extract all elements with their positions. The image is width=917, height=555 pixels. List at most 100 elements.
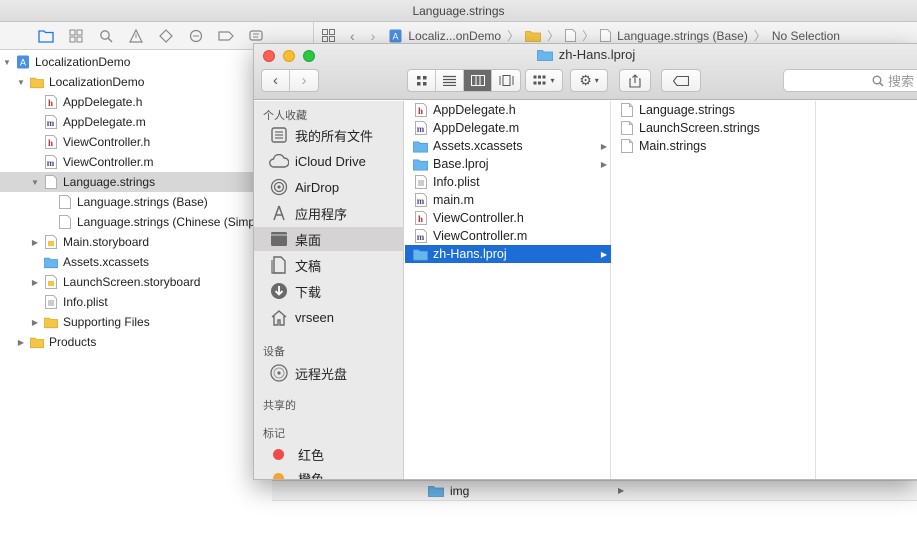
forward-chevron-icon[interactable]: ›	[290, 70, 318, 91]
jump-bar-file[interactable]: Language.strings (Base)	[617, 29, 748, 43]
debug-navigator-icon[interactable]	[188, 28, 204, 44]
jump-folder-icon[interactable]	[525, 30, 541, 42]
disclosure-closed-icon[interactable]: ▶	[30, 277, 40, 287]
finder-title-text: zh-Hans.lproj	[558, 47, 636, 62]
list-view-icon[interactable]	[436, 70, 464, 91]
sidebar-item[interactable]: iCloud Drive	[254, 149, 403, 173]
applications-icon	[269, 203, 289, 223]
jump-bar-selection[interactable]: No Selection	[772, 29, 840, 43]
tag-label: 红色	[298, 447, 325, 463]
column-view-icon[interactable]	[464, 70, 492, 91]
disclosure-open-icon[interactable]: ▼	[16, 77, 26, 87]
disclosure-open-icon[interactable]: ▼	[30, 177, 40, 187]
jump-file-icon[interactable]	[565, 29, 577, 42]
sidebar-item[interactable]: 文稿	[254, 253, 403, 277]
column-item[interactable]: m ViewController.m	[405, 227, 611, 245]
disc-icon	[269, 363, 289, 383]
sidebar-item[interactable]: 下载	[254, 279, 403, 303]
navigator-item-label: AppDelegate.m	[63, 115, 146, 129]
icon-view-icon[interactable]	[408, 70, 436, 91]
img-folder-icon	[428, 485, 444, 497]
gallery-view-icon[interactable]	[492, 70, 520, 91]
jump-bar-project[interactable]: Localiz...onDemo	[408, 29, 501, 43]
report-navigator-icon[interactable]	[248, 28, 264, 44]
share-button[interactable]	[619, 69, 651, 92]
sidebar-item[interactable]: 远程光盘	[254, 361, 403, 385]
navigator-item-label: LaunchScreen.storyboard	[63, 275, 201, 289]
column-item[interactable]: Assets.xcassets ▶	[405, 137, 611, 155]
sidebar-item[interactable]: AirDrop	[254, 175, 403, 199]
xcode-bottom-file-browser: img ▶	[272, 480, 917, 500]
edit-tags-button[interactable]	[661, 69, 701, 92]
tag-item[interactable]: 红色	[254, 442, 403, 466]
search-icon	[872, 75, 884, 87]
tag-item[interactable]: 橙色	[254, 466, 403, 479]
column-item[interactable]: Language.strings	[611, 101, 816, 119]
column-item-label: Info.plist	[433, 175, 480, 189]
back-chevron-icon[interactable]: ‹	[262, 70, 290, 91]
breakpoint-navigator-icon[interactable]	[218, 28, 234, 44]
finder-toolbar: zh-Hans.lproj ‹ › ▾ ⚙ ▾ 搜索	[254, 44, 917, 100]
folder-icon	[413, 247, 428, 261]
action-chevron-down-icon: ▾	[594, 76, 599, 85]
favorites-header: 个人收藏	[263, 110, 307, 122]
strings-file-icon	[58, 215, 72, 229]
jump-forward-chevron-icon[interactable]: ›	[371, 28, 376, 44]
disclosure-open-icon[interactable]: ▼	[2, 57, 12, 67]
svg-text:h: h	[48, 138, 53, 148]
source-file-icon: m	[413, 121, 428, 135]
sidebar-item[interactable]: 桌面	[254, 227, 403, 251]
header-file-icon: h	[44, 135, 58, 149]
find-navigator-icon[interactable]	[98, 28, 114, 44]
column-item[interactable]: Info.plist	[405, 173, 611, 191]
group-by-button[interactable]: ▾	[525, 69, 563, 92]
test-navigator-icon[interactable]	[158, 28, 174, 44]
disclosure-closed-icon[interactable]: ▶	[30, 317, 40, 327]
cloud-icon	[269, 151, 289, 171]
jump-back-chevron-icon[interactable]: ‹	[350, 28, 355, 44]
column-item[interactable]: h ViewController.h	[405, 209, 611, 227]
navigator-item-label: Assets.xcassets	[63, 255, 150, 269]
column-item[interactable]: h AppDelegate.h	[405, 101, 611, 119]
sidebar-item[interactable]: 我的所有文件	[254, 123, 403, 147]
sidebar-item[interactable]: vrseen	[254, 305, 403, 329]
related-items-grid-icon[interactable]	[320, 29, 336, 42]
sidebar-item-label: 我的所有文件	[295, 128, 374, 144]
sidebar-item-label: 文稿	[295, 258, 322, 274]
search-field[interactable]: 搜索	[783, 69, 917, 92]
img-folder-label[interactable]: img	[450, 484, 469, 498]
navigator-item-label: Products	[49, 335, 97, 349]
svg-text:m: m	[47, 118, 55, 128]
source-file-icon: m	[44, 155, 58, 169]
jump-separator-icon: 〉	[547, 29, 560, 43]
column-item[interactable]: m main.m	[405, 191, 611, 209]
project-navigator-folder-icon[interactable]	[38, 28, 54, 44]
tag-color-dot-icon	[273, 472, 284, 479]
search-placeholder: 搜索	[887, 74, 914, 89]
symbol-navigator-icon[interactable]	[68, 28, 84, 44]
column-item[interactable]: Main.strings	[611, 137, 816, 155]
sidebar-item[interactable]: 应用程序	[254, 201, 403, 225]
column-item[interactable]: LaunchScreen.strings	[611, 119, 816, 137]
sidebar-item-label: AirDrop	[295, 179, 340, 195]
jump-file-icon[interactable]	[600, 29, 612, 42]
home-icon	[269, 307, 289, 327]
action-menu-button[interactable]: ⚙ ▾	[570, 69, 608, 92]
tag-color-dot-icon	[273, 448, 284, 460]
column-item[interactable]: zh-Hans.lproj ▶	[405, 245, 611, 263]
header-file-icon: h	[44, 95, 58, 109]
disclosure-closed-icon[interactable]: ▶	[16, 337, 26, 347]
img-disclosure-icon: ▶	[618, 486, 625, 495]
column-item-label: ViewController.h	[433, 211, 524, 225]
svg-text:h: h	[417, 106, 422, 116]
column-item[interactable]: Base.lproj ▶	[405, 155, 611, 173]
issue-navigator-icon[interactable]	[128, 28, 144, 44]
column-item[interactable]: m AppDelegate.m	[405, 119, 611, 137]
sidebar-item-label: iCloud Drive	[295, 153, 366, 169]
disclosure-closed-icon[interactable]: ▶	[30, 237, 40, 247]
sidebar-item-label: 应用程序	[295, 206, 348, 222]
